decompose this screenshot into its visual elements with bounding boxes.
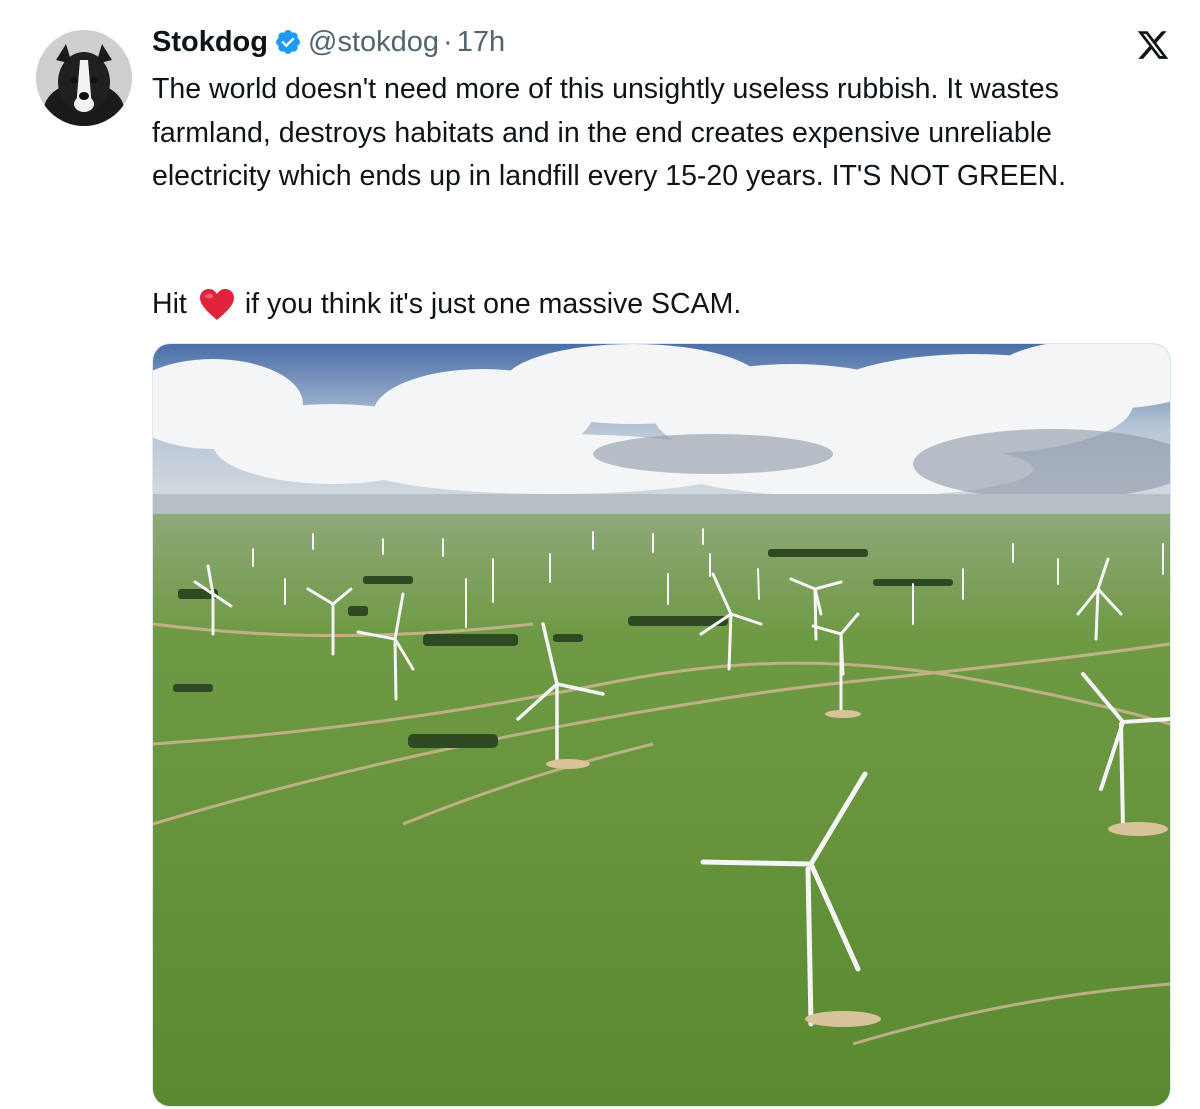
cta-prefix: Hit bbox=[152, 288, 187, 320]
handle[interactable]: @stokdog bbox=[308, 26, 439, 59]
avatar[interactable] bbox=[36, 30, 132, 126]
tweet-media-image[interactable] bbox=[152, 343, 1171, 1107]
timestamp[interactable]: 17h bbox=[457, 26, 505, 59]
verified-badge-icon bbox=[274, 28, 302, 56]
separator-dot: · bbox=[443, 25, 453, 58]
tweet-header: Stokdog @stokdog · 17h bbox=[152, 22, 505, 62]
cta-suffix: if you think it's just one massive SCAM. bbox=[244, 288, 742, 320]
wind-farm-photo bbox=[153, 344, 1170, 1106]
tweet-cta-line: Hit if you think it's just one massive S… bbox=[152, 283, 741, 327]
tweet-text: The world doesn't need more of this unsi… bbox=[152, 73, 1067, 192]
x-logo-icon[interactable] bbox=[1136, 28, 1170, 62]
display-name[interactable]: Stokdog bbox=[152, 26, 268, 59]
red-heart-icon bbox=[199, 288, 235, 322]
